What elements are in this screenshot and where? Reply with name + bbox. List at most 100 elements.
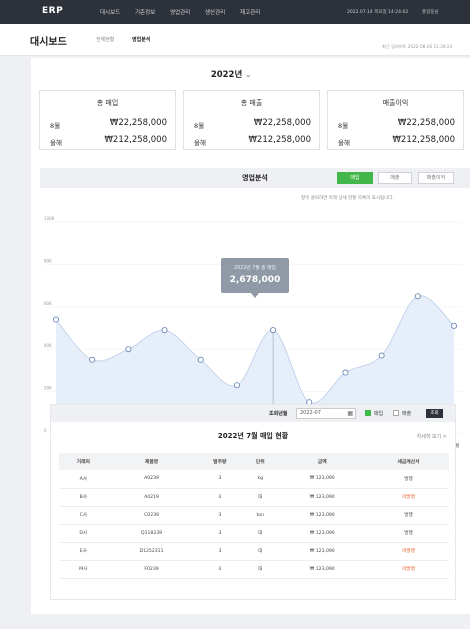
nav-item-sales[interactable]: 영업관리 bbox=[170, 10, 190, 16]
table-cell: 3 bbox=[195, 560, 245, 579]
card-row-value: ₩22,258,000 bbox=[253, 118, 311, 128]
column-header: 거래처 bbox=[59, 453, 108, 470]
table-cell: 대 bbox=[244, 560, 277, 579]
column-header: 금액 bbox=[276, 453, 369, 470]
card-title: 총 매출 bbox=[240, 99, 263, 107]
nav-item-dashboard[interactable]: 대시보드 bbox=[100, 10, 120, 16]
table-row[interactable]: M사 F0239 3 대 ₩ 123,090 미발행 bbox=[59, 560, 449, 579]
table-cell: E사 bbox=[59, 542, 108, 561]
table-cell: ₩ 123,090 bbox=[276, 488, 369, 507]
column-header: 제품명 bbox=[107, 453, 196, 470]
table-cell: ₩ 123,090 bbox=[276, 524, 369, 543]
segment-profit-button[interactable]: 매출이익 bbox=[418, 172, 454, 184]
column-header: 세금계산서 bbox=[368, 453, 449, 470]
table-cell: ton bbox=[244, 506, 277, 525]
table-cell: 3 bbox=[195, 506, 245, 525]
segment-purchase-button[interactable]: 매입 bbox=[337, 172, 373, 184]
card-row-label: 올해 bbox=[50, 139, 62, 147]
table-cell: ₩ 123,090 bbox=[276, 542, 369, 561]
table-cell: ₩ 123,090 bbox=[276, 560, 369, 579]
purchase-checkbox[interactable] bbox=[365, 410, 371, 416]
data-point bbox=[233, 382, 240, 389]
nav-item-production[interactable]: 생산관리 bbox=[205, 10, 225, 16]
data-point bbox=[378, 352, 385, 359]
card-title: 매출이익 bbox=[382, 99, 409, 107]
table-cell: kg bbox=[244, 470, 277, 489]
data-point bbox=[342, 369, 349, 376]
card-row-label: 올해 bbox=[194, 139, 206, 147]
card-row-value: ₩212,258,000 bbox=[392, 135, 455, 145]
year-label: 2022년 bbox=[210, 70, 243, 80]
top-navigation-bar: ERP 대시보드 기준정보 영업관리 생산관리 재고관리 2022.07.14 … bbox=[0, 0, 470, 24]
current-datetime: 2022.07.14 목요일 14:24:02 bbox=[347, 10, 409, 15]
nav-item-master-data[interactable]: 기준정보 bbox=[135, 10, 155, 16]
y-tick-label: 100K bbox=[44, 216, 55, 221]
table-cell: B사 bbox=[59, 488, 108, 507]
purchase-table: 거래처 제품명 발주량 단위 금액 세금계산서 A사 A0239 3 kg ₩ 123,… bbox=[59, 453, 449, 579]
data-point bbox=[450, 322, 457, 329]
table-cell: 미발행 bbox=[368, 488, 449, 507]
table-cell: 대 bbox=[244, 542, 277, 561]
filter-label: 조회년월 bbox=[269, 411, 288, 417]
table-row[interactable]: D사 Q118239 3 대 ₩ 123,090 발행 bbox=[59, 524, 449, 543]
year-selector[interactable]: 2022년 ⌄ bbox=[31, 68, 431, 80]
y-tick-label: 20K bbox=[44, 386, 52, 391]
y-tick-label: 60K bbox=[44, 301, 52, 306]
table-cell: 대 bbox=[244, 524, 277, 543]
summary-card-purchase: 총 매입 8월 ₩22,258,000 올해 ₩212,258,000 bbox=[39, 90, 176, 150]
month-value: 2022-07 bbox=[300, 410, 321, 416]
column-header: 단위 bbox=[244, 453, 277, 470]
purchase-checkbox-label: 매입 bbox=[374, 411, 384, 417]
query-button[interactable]: 조회 bbox=[426, 409, 443, 418]
tab-overview[interactable]: 전체현황 bbox=[96, 36, 114, 43]
table-row[interactable]: B사 A0219 3 대 ₩ 123,090 미발행 bbox=[59, 488, 449, 507]
purchase-detail-section: 조회년월 2022-07 ▦ 매입 매출 조회 2022년 7월 매입 현황 자… bbox=[50, 404, 456, 600]
card-row-label: 8월 bbox=[50, 122, 61, 130]
chevron-down-icon: ⌄ bbox=[245, 71, 252, 79]
card-row-value: ₩212,258,000 bbox=[104, 135, 167, 145]
table-row[interactable]: C사 C0239 3 ton ₩ 123,090 발행 bbox=[59, 506, 449, 525]
table-cell: 발행 bbox=[368, 470, 449, 489]
table-cell: 발행 bbox=[368, 506, 449, 525]
last-updated-text: 최근 업데이트 2022-08-26 11:39:23 bbox=[382, 44, 453, 49]
chart-tooltip: 2022년 7월 총 매입 2,678,000 bbox=[221, 258, 289, 298]
table-cell: 3 bbox=[195, 542, 245, 561]
column-header: 발주량 bbox=[195, 453, 245, 470]
card-row-label: 올해 bbox=[338, 139, 350, 147]
sales-checkbox-label: 매출 bbox=[402, 411, 412, 417]
sales-checkbox[interactable] bbox=[393, 410, 399, 416]
y-tick-label: 80K bbox=[44, 258, 52, 263]
table-cell: 발행 bbox=[368, 524, 449, 543]
card-row-label: 8월 bbox=[194, 122, 205, 130]
table-cell: A사 bbox=[59, 470, 108, 489]
table-row[interactable]: A사 A0239 3 kg ₩ 123,090 발행 bbox=[59, 470, 449, 489]
table-cell: C0239 bbox=[107, 506, 196, 525]
table-cell: 미발행 bbox=[368, 542, 449, 561]
table-cell: 미발행 bbox=[368, 560, 449, 579]
segment-sales-button[interactable]: 매출 bbox=[378, 172, 412, 184]
summary-card-profit: 매출이익 8월 ₩22,258,000 올해 ₩212,258,000 bbox=[327, 90, 464, 150]
analysis-section-bar: 영업분석 매입 매출 매출이익 bbox=[40, 168, 470, 188]
table-cell: ₩ 123,090 bbox=[276, 506, 369, 525]
month-picker-input[interactable]: 2022-07 ▦ bbox=[296, 408, 356, 419]
tooltip-label: 2022년 7월 총 매입 bbox=[234, 266, 276, 271]
data-point bbox=[89, 356, 96, 363]
filter-bar: 조회년월 2022-07 ▦ 매입 매출 조회 bbox=[51, 405, 455, 422]
table-cell: A0239 bbox=[107, 470, 196, 489]
main-nav: 대시보드 기준정보 영업관리 생산관리 재고관리 bbox=[100, 8, 273, 16]
card-row-label: 8월 bbox=[338, 122, 349, 130]
calendar-icon[interactable]: ▦ bbox=[347, 409, 353, 418]
tooltip-value: 2,678,000 bbox=[229, 275, 281, 285]
view-details-link[interactable]: 자세히 보기 > bbox=[417, 433, 447, 440]
data-point bbox=[52, 316, 59, 323]
user-name[interactable]: 홍길동님 bbox=[422, 9, 439, 15]
tab-sales-analysis[interactable]: 영업분석 bbox=[132, 36, 150, 43]
data-point bbox=[414, 293, 421, 300]
data-point bbox=[270, 327, 277, 334]
y-tick-label: 40K bbox=[44, 343, 52, 348]
table-row[interactable]: E사 D1252311 3 대 ₩ 123,090 미발행 bbox=[59, 542, 449, 561]
app-logo[interactable]: ERP bbox=[42, 6, 63, 16]
page-header: 대시보드 전체현황 영업분석 최근 업데이트 2022-08-26 11:39:… bbox=[0, 24, 470, 56]
y-tick-label: 0 bbox=[44, 428, 47, 433]
nav-item-inventory[interactable]: 재고관리 bbox=[240, 10, 260, 16]
